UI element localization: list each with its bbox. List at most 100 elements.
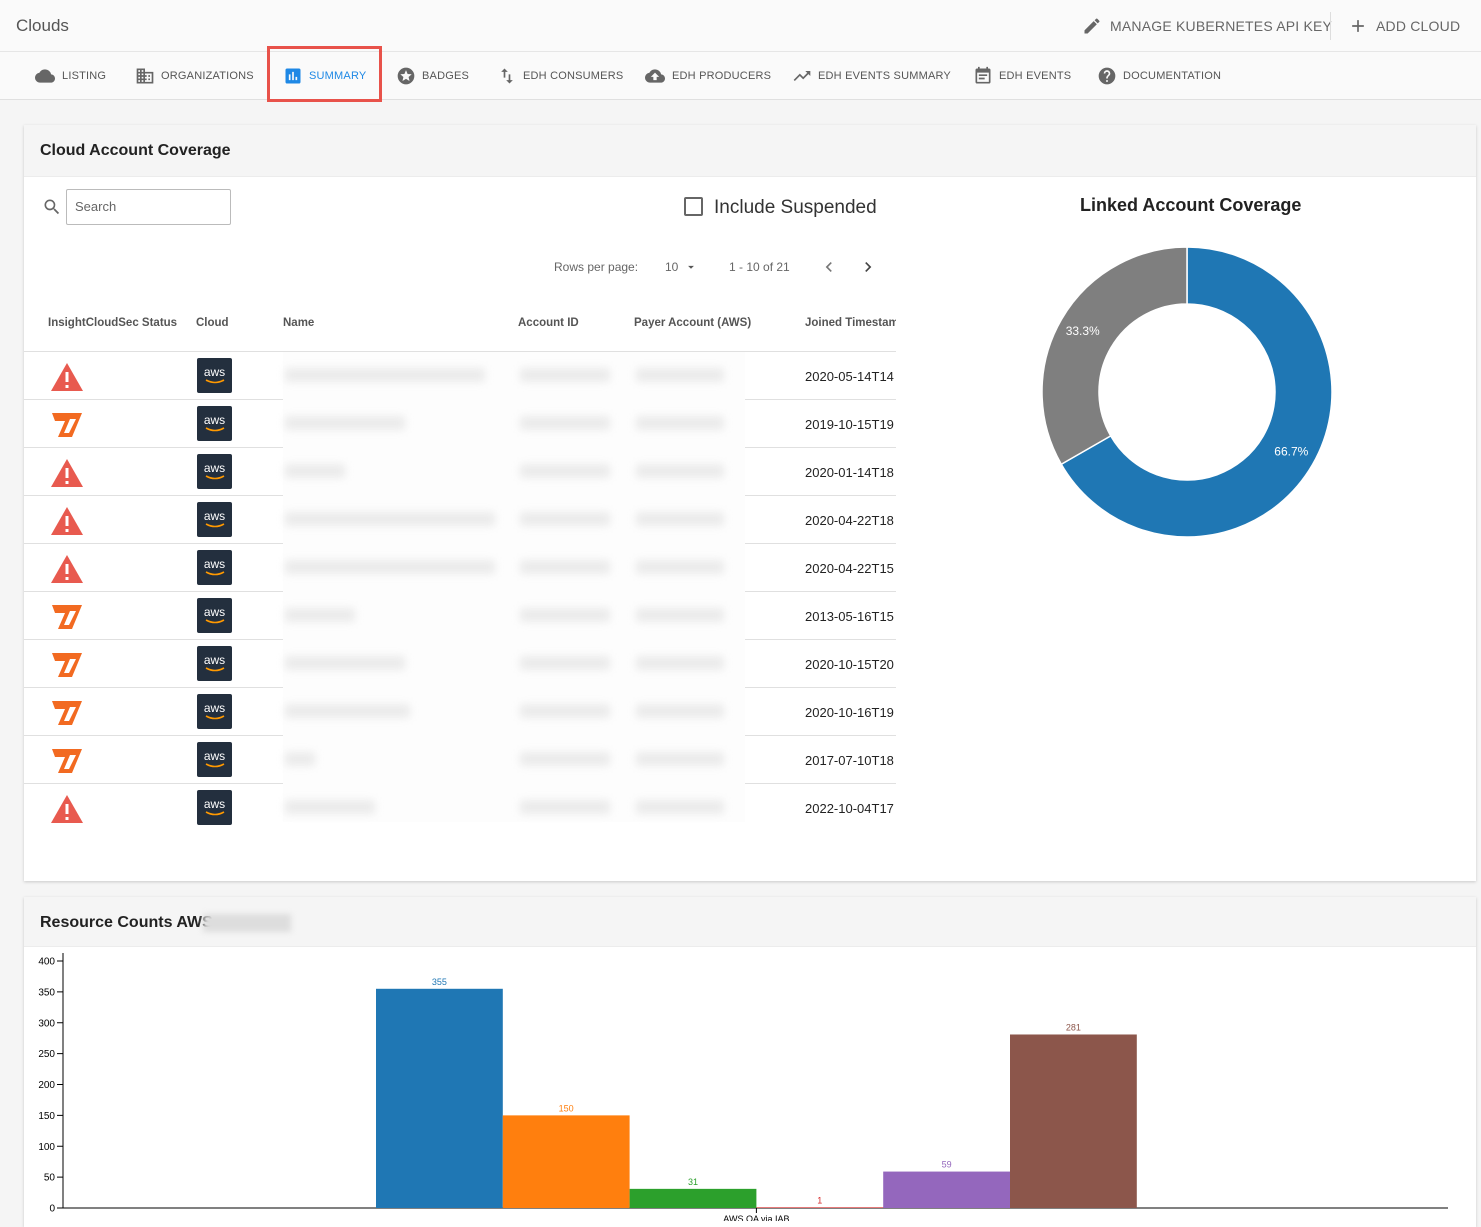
aws-logo-text: aws: [203, 605, 226, 619]
redacted-cell: [520, 512, 610, 526]
bar-value-label: 31: [688, 1177, 698, 1187]
redacted-cell: [636, 464, 724, 478]
tab-documentation[interactable]: DOCUMENTATION: [1097, 64, 1221, 88]
calendar-icon: [975, 66, 991, 84]
tab-edh-consumers[interactable]: EDH CONSUMERS: [497, 64, 623, 88]
y-tick-label: 200: [38, 1080, 55, 1091]
redacted-cell: [285, 800, 375, 814]
redacted-cell: [285, 368, 485, 382]
tab-organizations[interactable]: ORGANIZATIONS: [135, 64, 254, 88]
redacted-cell: [636, 416, 724, 430]
aws-logo-text: aws: [203, 365, 226, 379]
rows-per-page-select[interactable]: 10: [665, 260, 698, 274]
donut-slice-label: 33.3%: [1066, 324, 1100, 338]
aws-logo: aws: [197, 406, 232, 441]
redacted-cell: [520, 416, 610, 430]
aws-logo-text: aws: [203, 413, 226, 427]
pencil-icon: [1084, 18, 1100, 34]
linked-account-coverage-chart: 66.7% 33.3%: [1041, 246, 1333, 538]
aws-logo: aws: [197, 694, 232, 729]
aws-logo: aws: [197, 742, 232, 777]
aws-logo-text: aws: [203, 797, 226, 811]
redacted-cell: [285, 704, 410, 718]
dropdown-arrow-icon: [688, 265, 695, 269]
rows-per-page-value: 10: [665, 260, 679, 274]
rows-per-page-label: Rows per page:: [554, 260, 639, 274]
add-cloud-label: ADD CLOUD: [1376, 18, 1461, 34]
bar[interactable]: [502, 1115, 630, 1208]
redacted-cell: [520, 464, 610, 478]
joined-timestamp: 2013-05-16T15: [805, 609, 894, 624]
donut-chart-title: Linked Account Coverage: [1080, 195, 1302, 215]
joined-timestamp: 2017-07-10T18: [805, 753, 894, 768]
y-tick-label: 350: [38, 987, 55, 998]
tab-edh-producers[interactable]: EDH PRODUCERS: [644, 64, 771, 88]
column-header-cloud[interactable]: Cloud: [196, 317, 229, 329]
column-header-status[interactable]: InsightCloudSec Status: [48, 317, 177, 329]
joined-timestamp: 2020-10-16T19: [805, 705, 894, 720]
tab-label: BADGES: [422, 70, 470, 82]
redacted-cell: [520, 368, 610, 382]
redacted-cell: [636, 752, 724, 766]
bar-value-label: 59: [942, 1160, 952, 1170]
redacted-cell: [636, 608, 724, 622]
bar[interactable]: [376, 988, 503, 1208]
manage-kubernetes-api-key-button[interactable]: MANAGE KUBERNETES API KEY: [1082, 16, 1332, 36]
redacted-cell: [285, 560, 495, 574]
warning-icon: [50, 458, 84, 488]
tab-edh-events-summary[interactable]: EDH EVENTS SUMMARY: [792, 64, 951, 88]
redacted-cell: [285, 656, 405, 670]
donut-slice[interactable]: [1041, 246, 1188, 466]
next-page-button[interactable]: [858, 257, 878, 277]
bar[interactable]: [1010, 1034, 1137, 1208]
joined-timestamp: 2020-10-15T20: [805, 657, 894, 672]
column-header-joined-timestamp[interactable]: Joined Timestam: [805, 317, 896, 329]
card-title: Resource Counts AWS: [40, 914, 213, 931]
tab-listing[interactable]: LISTING: [34, 64, 106, 88]
page-range: 1 - 10 of 21: [729, 260, 790, 274]
search-icon: [44, 199, 60, 215]
column-header-account-id[interactable]: Account ID: [518, 317, 579, 329]
card-header: Cloud Account Coverage: [24, 125, 1476, 177]
bar[interactable]: [883, 1171, 1010, 1208]
tab-label: EDH CONSUMERS: [523, 70, 624, 82]
aws-logo: aws: [197, 454, 232, 489]
bar[interactable]: [629, 1188, 757, 1208]
plus-icon: [1352, 20, 1364, 32]
donut-slice-label: 66.7%: [1274, 445, 1308, 459]
warning-icon: [50, 794, 84, 824]
warning-icon: [50, 362, 84, 392]
insightcloudsec-icon: [50, 746, 84, 776]
warning-icon: [50, 554, 84, 584]
insightcloudsec-icon: [50, 602, 84, 632]
active-tab-highlight: [267, 46, 382, 102]
redacted-cell: [285, 512, 495, 526]
y-tick-label: 50: [44, 1173, 56, 1184]
manage-key-label: MANAGE KUBERNETES API KEY: [1110, 18, 1333, 34]
tab-badges[interactable]: BADGES: [396, 64, 469, 88]
redacted-cell: [636, 704, 724, 718]
search-input[interactable]: Search: [66, 189, 231, 225]
include-suspended-checkbox[interactable]: [684, 197, 703, 216]
column-header-name[interactable]: Name: [283, 317, 314, 329]
previous-page-button[interactable]: [819, 257, 839, 277]
aws-logo-text: aws: [203, 653, 226, 667]
add-cloud-button[interactable]: ADD CLOUD: [1348, 16, 1460, 36]
insightcloudsec-icon: [50, 650, 84, 680]
tab-edh-events[interactable]: EDH EVENTS: [973, 64, 1071, 88]
trending-up-icon: [793, 71, 811, 81]
column-header-payer-account[interactable]: Payer Account (AWS): [634, 317, 751, 329]
joined-timestamp: 2020-01-14T18: [805, 465, 894, 480]
include-suspended-label: Include Suspended: [714, 197, 877, 218]
warning-icon: [50, 506, 84, 536]
joined-timestamp: 2022-10-04T17: [805, 801, 894, 816]
bar-value-label: 150: [559, 1103, 574, 1113]
swap-vertical-icon: [501, 68, 513, 84]
bar-value-label: 355: [432, 977, 447, 987]
x-category-label: AWS QA via IAB: [723, 1214, 789, 1221]
bar[interactable]: [756, 1207, 884, 1208]
aws-logo-text: aws: [203, 509, 226, 523]
tab-label: ORGANIZATIONS: [161, 70, 254, 82]
redacted-cell: [285, 416, 405, 430]
redacted-cell: [636, 512, 724, 526]
